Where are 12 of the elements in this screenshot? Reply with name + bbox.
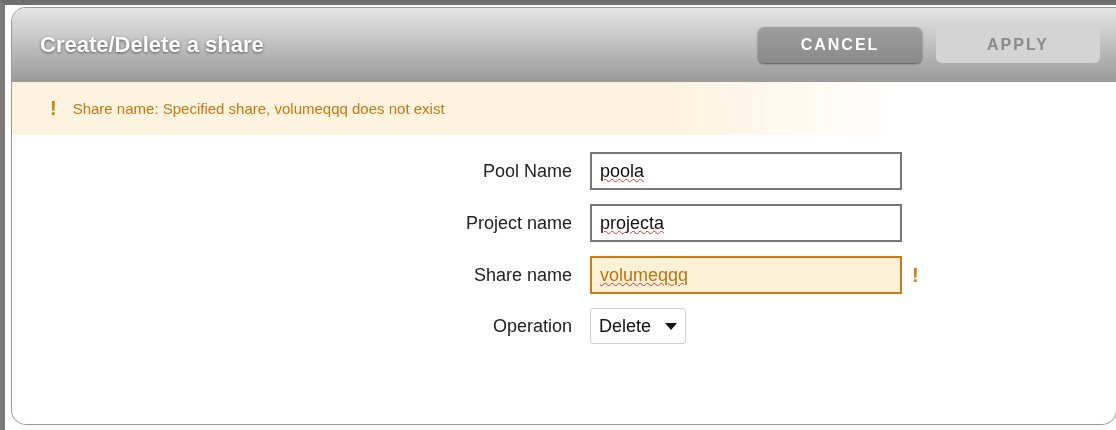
warning-icon: !: [50, 97, 57, 120]
field-label: Share name: [472, 264, 572, 286]
field-label: Project name: [464, 212, 572, 234]
field-label: Pool Name: [481, 160, 572, 182]
text-field[interactable]: poola: [590, 152, 902, 190]
error-message: Share name: Specified share, volumeqqq does not exist: [72, 100, 445, 117]
caret-icon: [665, 322, 678, 330]
dialog-title: Create/Delete a share: [40, 32, 264, 58]
field-label: Operation: [491, 315, 572, 337]
warning-icon: !: [912, 263, 919, 287]
text-field[interactable]: projecta: [590, 204, 902, 242]
operation-dropdown[interactable]: Delete: [590, 308, 687, 344]
